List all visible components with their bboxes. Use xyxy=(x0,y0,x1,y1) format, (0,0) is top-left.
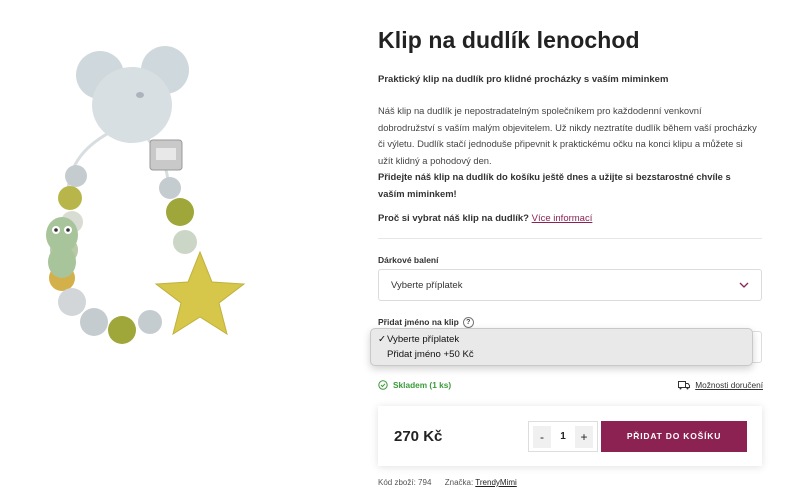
dropdown-option[interactable]: Přidat jméno +50 Kč xyxy=(371,347,752,362)
add-name-label-row: Přidat jméno na klip? xyxy=(378,317,474,329)
check-circle-icon xyxy=(378,380,388,390)
add-name-label: Přidat jméno na klip xyxy=(378,317,459,327)
product-description: Náš klip na dudlík je nepostradatelným s… xyxy=(378,103,758,202)
code-value: 794 xyxy=(418,478,432,487)
why-text: Proč si vybrat náš klip na dudlík? xyxy=(378,213,529,224)
add-to-cart-button[interactable]: PŘIDAT DO KOŠÍKU xyxy=(601,421,747,452)
checkmark-icon: ✓ xyxy=(378,334,387,345)
more-info-link[interactable]: Více informací xyxy=(532,213,593,224)
chevron-down-icon xyxy=(739,282,749,288)
brand-link[interactable]: TrendyMimi xyxy=(475,478,516,487)
why-choose: Proč si vybrat náš klip na dudlík? Více … xyxy=(378,213,592,224)
add-name-dropdown: ✓Vyberte příplatek Přidat jméno +50 Kč xyxy=(370,328,753,366)
gift-wrap-label: Dárkové balení xyxy=(378,255,439,265)
stock-status: Skladem (1 ks) xyxy=(378,380,451,390)
quantity-value[interactable]: 1 xyxy=(560,431,566,442)
quantity-stepper: - 1 + xyxy=(528,421,598,452)
price: 270 Kč xyxy=(394,428,443,445)
help-icon[interactable]: ? xyxy=(462,317,474,329)
buy-box: 270 Kč - 1 + PŘIDAT DO KOŠÍKU xyxy=(378,406,762,466)
delivery-text: Možnosti doručení xyxy=(695,380,763,390)
delivery-options-link[interactable]: Možnosti doručení xyxy=(678,380,763,390)
description-bold: Přidejte náš klip na dudlík do košíku je… xyxy=(378,171,731,199)
brand-label: Značka: xyxy=(444,478,474,487)
product-image xyxy=(20,30,260,360)
gift-wrap-value: Vyberte příplatek xyxy=(391,279,463,291)
product-title: Klip na dudlík lenochod xyxy=(378,27,640,53)
decrease-button[interactable]: - xyxy=(533,425,551,448)
stock-text: Skladem (1 ks) xyxy=(393,380,452,390)
dropdown-option[interactable]: ✓Vyberte příplatek xyxy=(371,332,752,347)
increase-button[interactable]: + xyxy=(575,425,593,448)
product-subtitle: Praktický klip na dudlík pro klidné proc… xyxy=(378,74,669,85)
product-meta: Kód zboží: 794 Značka: TrendyMimi xyxy=(378,478,517,487)
code-label: Kód zboží: xyxy=(378,478,416,487)
divider xyxy=(378,238,762,239)
gift-wrap-select[interactable]: Vyberte příplatek xyxy=(378,269,762,301)
description-text: Náš klip na dudlík je nepostradatelným s… xyxy=(378,105,757,166)
truck-icon xyxy=(678,380,691,389)
